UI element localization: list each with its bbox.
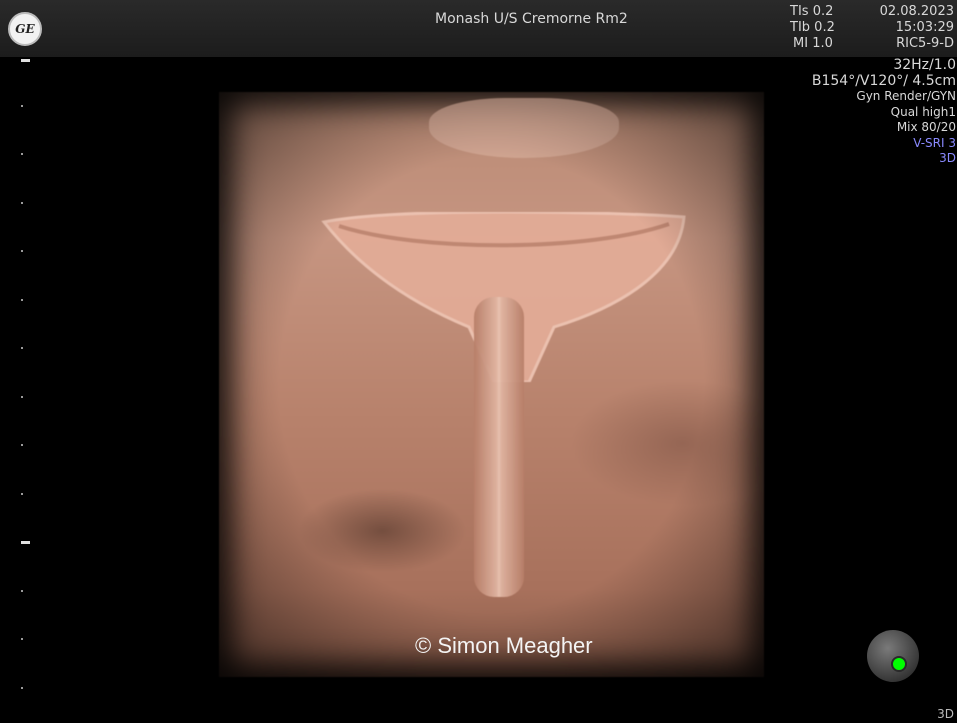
ge-logo: GE [8,12,42,46]
endometrial-cavity [321,212,686,382]
mode-corner-label: 3D [937,707,954,721]
uterine-fundus [429,98,619,158]
mi-value: 1.0 [812,36,833,51]
date-label: 02.08.2023 [879,4,954,19]
ruler-tick [21,347,23,349]
probe-label: RIC5-9-D [896,36,954,51]
date-time-probe: 02.08.2023 15:03:29 RIC5-9-D [880,4,954,52]
header-bar: GE Monash U/S Cremorne Rm2 TIs 0.2 TIb 0… [0,0,957,57]
ruler-tick [21,638,23,640]
ruler-tick [21,153,23,155]
mode-label: 3D [939,151,956,165]
orientation-dot-icon [891,656,907,672]
frame-rate: 32Hz/1.0 [893,57,956,73]
orientation-marker[interactable] [867,630,919,682]
time-label: 15:03:29 [895,20,954,35]
vsri-setting: V-SRI 3 [913,135,956,150]
ruler-tick [21,396,23,398]
ruler-tick [21,202,23,204]
ruler-tick [21,493,23,495]
3d-rendered-volume[interactable] [219,92,764,677]
quality-setting: Qual high1 [890,104,956,119]
tis-value: 0.2 [812,4,834,19]
mi-label: MI [793,36,809,51]
ruler-tick [21,590,23,592]
tis-label: TIs [790,4,809,19]
mix-setting: Mix 80/20 [896,120,956,134]
ruler-tick [21,299,23,301]
tib-label: TIb [790,20,811,35]
depth-ruler [0,57,40,717]
ruler-major-tick [21,541,30,544]
site-label: Monash U/S Cremorne Rm2 [435,11,628,27]
ruler-tick [21,105,23,107]
copyright-watermark: © Simon Meagher [415,633,593,658]
render-mode: Gyn Render/GYN [856,89,956,103]
safety-indices: TIs 0.2 TIb 0.2 MI 1.0 [790,4,835,52]
ruler-tick [21,444,23,446]
tib-value: 0.2 [814,20,835,35]
ruler-major-tick [21,59,30,62]
ruler-tick [21,687,23,689]
volume-geometry: B154°/V120°/ 4.5cm [811,72,956,89]
ruler-tick [21,250,23,252]
imaging-parameters: 32Hz/1.0 B154°/V120°/ 4.5cm Gyn Render/G… [811,57,956,167]
cervical-canal [474,297,524,597]
